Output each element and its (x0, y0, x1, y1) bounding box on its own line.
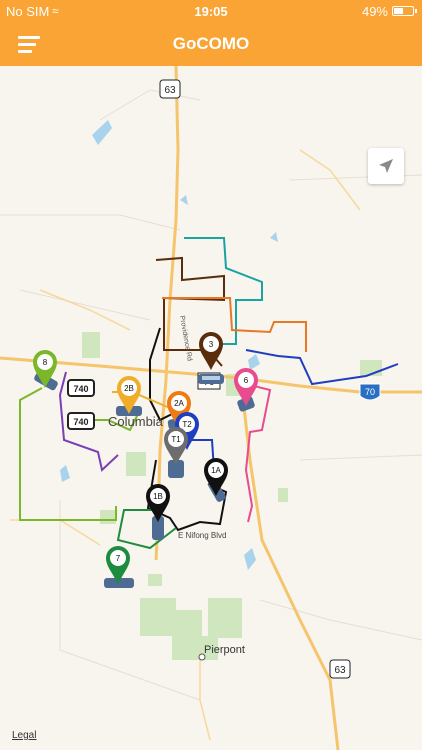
nav-bar: GoCOMO (0, 22, 422, 66)
locate-me-button[interactable] (368, 148, 404, 184)
bus-route-3[interactable] (198, 374, 224, 384)
us63-south-shield: 63 (329, 659, 351, 679)
pin-label: 8 (43, 358, 48, 367)
pin-label: T1 (171, 435, 181, 444)
state740-shield-a: 740 (67, 379, 95, 397)
status-bar: No SIM ≈ 19:05 49% (0, 0, 422, 22)
i70-shield: 70 (359, 383, 381, 401)
svg-text:740: 740 (73, 384, 88, 394)
pin-label: 2A (174, 399, 184, 408)
pin-label: 7 (116, 554, 121, 563)
state740-shield-b: 740 (67, 412, 95, 430)
pin-label: 1A (211, 466, 221, 475)
map-view[interactable]: 63 70 740 740 70 63 Colu (0, 66, 422, 750)
battery-percent: 49% (361, 4, 388, 19)
city-label: Columbia (108, 414, 164, 429)
svg-text:63: 63 (334, 665, 346, 676)
pin-label: 2B (124, 384, 134, 393)
map-canvas[interactable]: 63 70 740 740 70 63 Colu (0, 66, 422, 750)
pin-label: 6 (244, 376, 249, 385)
battery-icon (392, 6, 417, 16)
pin-label: 1B (153, 492, 163, 501)
pin-label: T2 (182, 420, 192, 429)
svg-text:63: 63 (164, 85, 176, 96)
app-title: GoCOMO (172, 34, 250, 53)
pin-label: 3 (209, 340, 214, 349)
location-arrow-icon (379, 159, 393, 173)
svg-text:70: 70 (365, 387, 375, 397)
street-label: E Nifong Blvd (178, 531, 226, 540)
svg-text:740: 740 (73, 417, 88, 427)
town-label: Pierpont (204, 644, 245, 656)
us63-north-shield: 63 (159, 79, 181, 99)
status-time: 19:05 (194, 4, 228, 19)
legal-link[interactable]: Legal (12, 730, 36, 741)
